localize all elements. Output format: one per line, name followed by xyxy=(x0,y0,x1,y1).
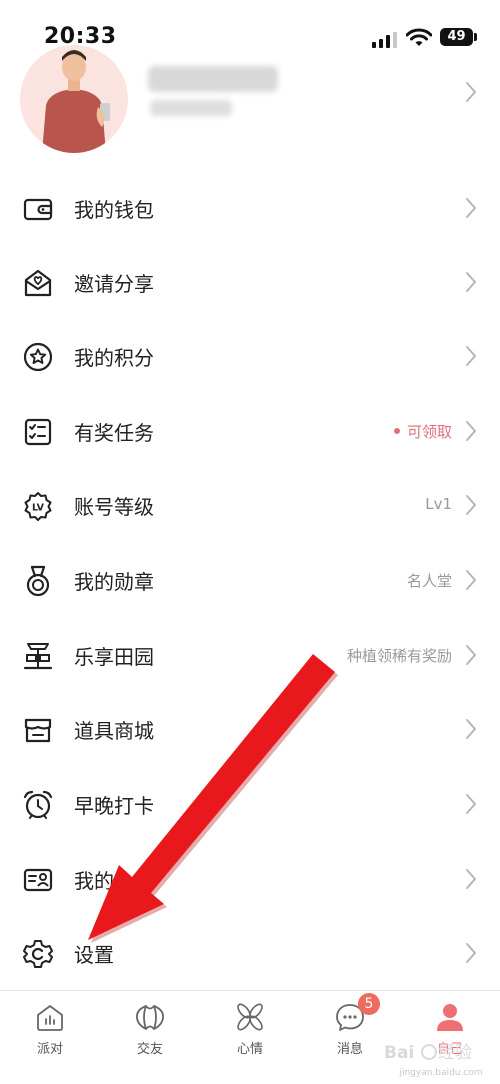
menu-label: 我的 xyxy=(74,869,114,893)
chevron-right-icon xyxy=(466,719,476,739)
level-value: Lv1 xyxy=(425,495,452,513)
watermark-url: jingyan.baidu.com xyxy=(399,1068,483,1078)
tab-mood[interactable]: 心情 xyxy=(200,991,300,1084)
tab-friends[interactable]: 交友 xyxy=(100,991,200,1084)
chevron-right-icon xyxy=(466,495,476,515)
menu-label: 邀请分享 xyxy=(74,272,154,296)
points-star-icon xyxy=(23,342,53,372)
chevron-right-icon xyxy=(466,346,476,366)
chevron-right-icon xyxy=(466,794,476,814)
menu-label: 早晚打卡 xyxy=(74,794,154,818)
menu-item-points[interactable]: 我的积分 xyxy=(0,319,500,393)
menu-item-checkin[interactable]: 早晚打卡 xyxy=(0,767,500,841)
battery-indicator: 49 xyxy=(440,28,473,46)
chevron-right-icon xyxy=(466,272,476,292)
menu-label: 我的积分 xyxy=(74,346,154,370)
menu-item-store[interactable]: 道具商城 xyxy=(0,692,500,766)
claimable-text: 可领取 xyxy=(406,423,452,441)
menu-label: 我的勋章 xyxy=(74,570,154,594)
profile-header[interactable] xyxy=(0,45,500,165)
menu-item-medals[interactable]: 我的勋章 名人堂 xyxy=(0,543,500,617)
garden-icon xyxy=(23,643,53,670)
friends-icon xyxy=(136,1005,164,1030)
tab-party[interactable]: 派对 xyxy=(0,991,100,1084)
avatar[interactable] xyxy=(20,45,128,153)
wifi-icon xyxy=(406,28,432,46)
chevron-right-icon xyxy=(466,645,476,665)
claimable-hint: 可领取 xyxy=(393,421,452,442)
wallet-icon xyxy=(23,198,53,221)
blurred-user-id xyxy=(150,100,232,116)
medal-hint: 名人堂 xyxy=(406,572,452,590)
menu-label: 有奖任务 xyxy=(74,421,154,445)
svg-text:LV: LV xyxy=(32,503,45,514)
id-card-icon xyxy=(23,868,53,892)
chevron-right-icon xyxy=(466,421,476,441)
party-house-icon xyxy=(37,1005,63,1031)
svg-text:经验: 经验 xyxy=(438,1043,472,1063)
menu-label: 乐享田园 xyxy=(74,645,154,669)
blurred-username xyxy=(148,66,278,92)
notice-dot xyxy=(393,427,400,434)
alarm-clock-icon xyxy=(23,790,53,819)
menu-item-settings[interactable]: 设置 xyxy=(0,916,500,990)
store-icon xyxy=(24,718,52,743)
unread-badge: 5 xyxy=(358,993,380,1015)
invite-envelope-icon xyxy=(24,269,52,297)
tab-label: 心情 xyxy=(236,1042,263,1057)
task-checklist-icon xyxy=(24,418,52,446)
menu-item-id[interactable]: 我的 xyxy=(0,842,500,916)
cell-signal-icon xyxy=(372,32,397,48)
battery-tip xyxy=(474,33,477,41)
settings-gear-icon xyxy=(23,940,53,968)
chevron-right-icon xyxy=(466,570,476,590)
chevron-right-icon xyxy=(466,82,476,102)
menu-item-invite[interactable]: 邀请分享 xyxy=(0,245,500,319)
medal-icon xyxy=(26,565,50,597)
profile-person-icon xyxy=(437,1004,463,1031)
chevron-right-icon xyxy=(466,943,476,963)
menu-label: 我的钱包 xyxy=(74,198,154,222)
garden-hint: 种植领稀有奖励 xyxy=(346,647,452,665)
menu-label: 道具商城 xyxy=(74,719,154,743)
tab-label: 派对 xyxy=(36,1042,63,1057)
tab-label: 交友 xyxy=(136,1042,163,1057)
menu-item-wallet[interactable]: 我的钱包 xyxy=(0,171,500,245)
mood-flower-icon xyxy=(237,1003,263,1031)
level-badge-icon: LV xyxy=(24,492,52,521)
chevron-right-icon xyxy=(466,198,476,218)
menu-item-tasks[interactable]: 有奖任务 可领取 xyxy=(0,394,500,468)
avatar-illustration xyxy=(20,45,128,153)
menu-label: 账号等级 xyxy=(74,495,154,519)
menu-item-level[interactable]: LV 账号等级 Lv1 xyxy=(0,468,500,542)
menu-label: 设置 xyxy=(74,943,114,967)
menu-item-garden[interactable]: 乐享田园 种植领稀有奖励 xyxy=(0,618,500,692)
chevron-right-icon xyxy=(466,869,476,889)
svg-text:Bai: Bai xyxy=(384,1043,414,1063)
